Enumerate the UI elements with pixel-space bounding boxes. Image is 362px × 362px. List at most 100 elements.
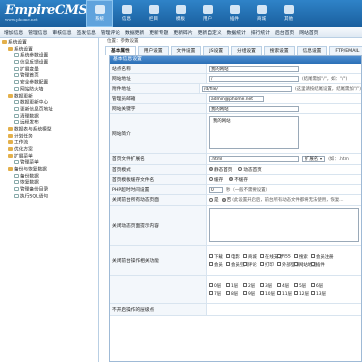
sidebar-item[interactable]: 安全参数配置 [0, 80, 98, 87]
admin-email-input[interactable]: admin@phome.net [209, 95, 264, 102]
checkbox-option[interactable]: 会员空间 [226, 262, 249, 268]
no-cache-option[interactable]: 不缓存 [229, 177, 248, 183]
close-no-option[interactable]: 否 [221, 197, 231, 203]
sidebar-item[interactable]: 管理菜单 [0, 160, 98, 167]
settings-tab[interactable]: 搜索设置 [263, 46, 295, 55]
checkbox-option[interactable]: 3层 [260, 283, 277, 289]
radio-no-cache[interactable] [229, 177, 234, 181]
checkbox-option[interactable]: 会员 [209, 262, 226, 268]
checkbox[interactable] [209, 283, 213, 287]
sidebar-item[interactable]: 清理数据 [0, 113, 98, 121]
settings-tab[interactable]: 分组设置 [231, 46, 262, 55]
topnav-item[interactable]: 商城 [248, 0, 275, 27]
submenu-link[interactable]: 审核信息 [52, 29, 71, 36]
checkbox[interactable] [294, 262, 298, 266]
checkbox-option[interactable]: 12层 [294, 291, 311, 297]
checkbox[interactable] [311, 262, 315, 266]
keywords-input[interactable]: 我的网站 [209, 105, 299, 112]
sidebar-item[interactable]: 数据更新中心 [0, 100, 98, 107]
close-yes-option[interactable]: 是 [209, 197, 219, 203]
submenu-link[interactable]: 更新碎片 [173, 29, 192, 36]
sidebar-item[interactable]: 远程发布 [0, 120, 98, 127]
checkbox[interactable] [311, 254, 315, 258]
sidebar-item[interactable]: 系统设置 [0, 40, 98, 47]
index-ext-input[interactable]: .html [209, 156, 299, 162]
checkbox[interactable] [209, 262, 213, 266]
static-index-option[interactable]: 静态首页 [209, 167, 232, 173]
sidebar-item[interactable]: 工作流 [0, 140, 98, 147]
checkbox[interactable] [294, 291, 298, 295]
sidebar-item[interactable]: 备份与恢复数据 [0, 167, 98, 174]
checkbox[interactable] [243, 262, 247, 266]
sidebar-item[interactable]: 扩展变量 [0, 66, 98, 74]
checkbox-option[interactable]: 搜索 [294, 254, 311, 260]
topnav-item[interactable]: 系统 [86, 0, 113, 27]
checkbox-option[interactable]: 4层 [277, 283, 294, 289]
sidebar-item[interactable]: 扩展菜单 [0, 153, 98, 161]
checkbox-option[interactable]: 会员注册 [311, 254, 334, 260]
close-msg-textarea[interactable] [209, 208, 359, 242]
cache-option[interactable]: 缓存 [209, 177, 223, 183]
checkbox[interactable] [243, 291, 247, 295]
submenu-link[interactable]: 网站首页 [299, 29, 318, 36]
checkbox[interactable] [226, 291, 230, 295]
attach-url-input[interactable]: /d/file/ [201, 85, 292, 92]
sidebar-item[interactable]: 管理备份目录 [0, 187, 98, 194]
topnav-item[interactable]: 信息 [113, 0, 140, 27]
php-delay-input[interactable]: 0 [209, 186, 223, 193]
checkbox-option[interactable]: 13层 [311, 291, 328, 297]
checkbox[interactable] [294, 283, 298, 287]
checkbox[interactable] [260, 262, 264, 266]
settings-tab[interactable]: 用户设置 [137, 46, 169, 55]
radio-dynamic[interactable] [238, 167, 243, 171]
checkbox[interactable] [209, 291, 213, 295]
radio-static[interactable] [209, 167, 213, 171]
sidebar-item[interactable]: 计划任务 [0, 133, 98, 141]
settings-tab[interactable]: JS设置 [203, 46, 230, 55]
topnav-item[interactable]: 模板 [167, 0, 194, 27]
checkbox-option[interactable]: 电影 [226, 254, 243, 260]
checkbox[interactable] [243, 283, 247, 287]
checkbox[interactable] [277, 262, 281, 266]
sidebar-item[interactable]: 管理首页 [0, 73, 98, 80]
submenu-link[interactable]: 后台首页 [275, 29, 294, 36]
checkbox-option[interactable]: 10层 [260, 291, 277, 297]
empirecms-logo[interactable]: EmpireCMS www.phome.net [5, 3, 88, 23]
checkbox[interactable] [277, 291, 281, 295]
checkbox-option[interactable]: 8层 [226, 291, 243, 297]
settings-tab[interactable]: 基本属性 [105, 46, 136, 55]
submenu-link[interactable]: 管理评论 [101, 29, 120, 36]
sidebar-item[interactable]: 更新信息页地址 [0, 106, 98, 114]
site-name-input[interactable]: 我的网站 [209, 65, 299, 72]
checkbox-option[interactable]: 6层 [311, 283, 328, 289]
checkbox-option[interactable]: 外部登录 [277, 262, 300, 268]
topnav-item[interactable]: 插件 [221, 0, 248, 27]
checkbox-option[interactable]: 1层 [226, 283, 243, 289]
checkbox-option[interactable]: 打印 [260, 262, 277, 268]
checkbox[interactable] [311, 283, 315, 287]
checkbox-option[interactable]: 下载 [209, 254, 226, 260]
sidebar-item[interactable]: 数据表与系统模型 [0, 126, 98, 134]
checkbox-option[interactable]: 2层 [243, 283, 260, 289]
ext-select[interactable]: 扩展名 [302, 156, 326, 162]
checkbox[interactable] [209, 254, 213, 258]
checkbox-option[interactable]: 插件 [311, 262, 328, 268]
checkbox[interactable] [226, 283, 230, 287]
submenu-link[interactable]: 更新自定义 [198, 29, 222, 36]
checkbox-option[interactable]: 5层 [294, 283, 311, 289]
sidebar-item[interactable]: 备份数据 [0, 173, 98, 181]
radio-close-no[interactable] [221, 197, 226, 202]
checkbox[interactable] [260, 291, 264, 295]
checkbox[interactable] [260, 254, 264, 258]
checkbox-option[interactable]: RSS [277, 253, 294, 260]
checkbox[interactable] [277, 283, 281, 287]
submenu-link[interactable]: 更新专题 [149, 29, 168, 36]
sidebar-item[interactable]: 网站防火墙 [0, 86, 98, 94]
sidebar-item[interactable]: 系统设置 [0, 46, 98, 54]
checkbox-option[interactable]: 在线支付 [260, 254, 283, 260]
checkbox[interactable] [311, 291, 315, 295]
checkbox-option[interactable]: 9层 [243, 291, 260, 297]
settings-tab[interactable]: 文件设置 [170, 46, 202, 55]
submenu-link[interactable]: 排行统计 [251, 29, 270, 36]
checkbox-option[interactable]: 7层 [209, 291, 226, 297]
